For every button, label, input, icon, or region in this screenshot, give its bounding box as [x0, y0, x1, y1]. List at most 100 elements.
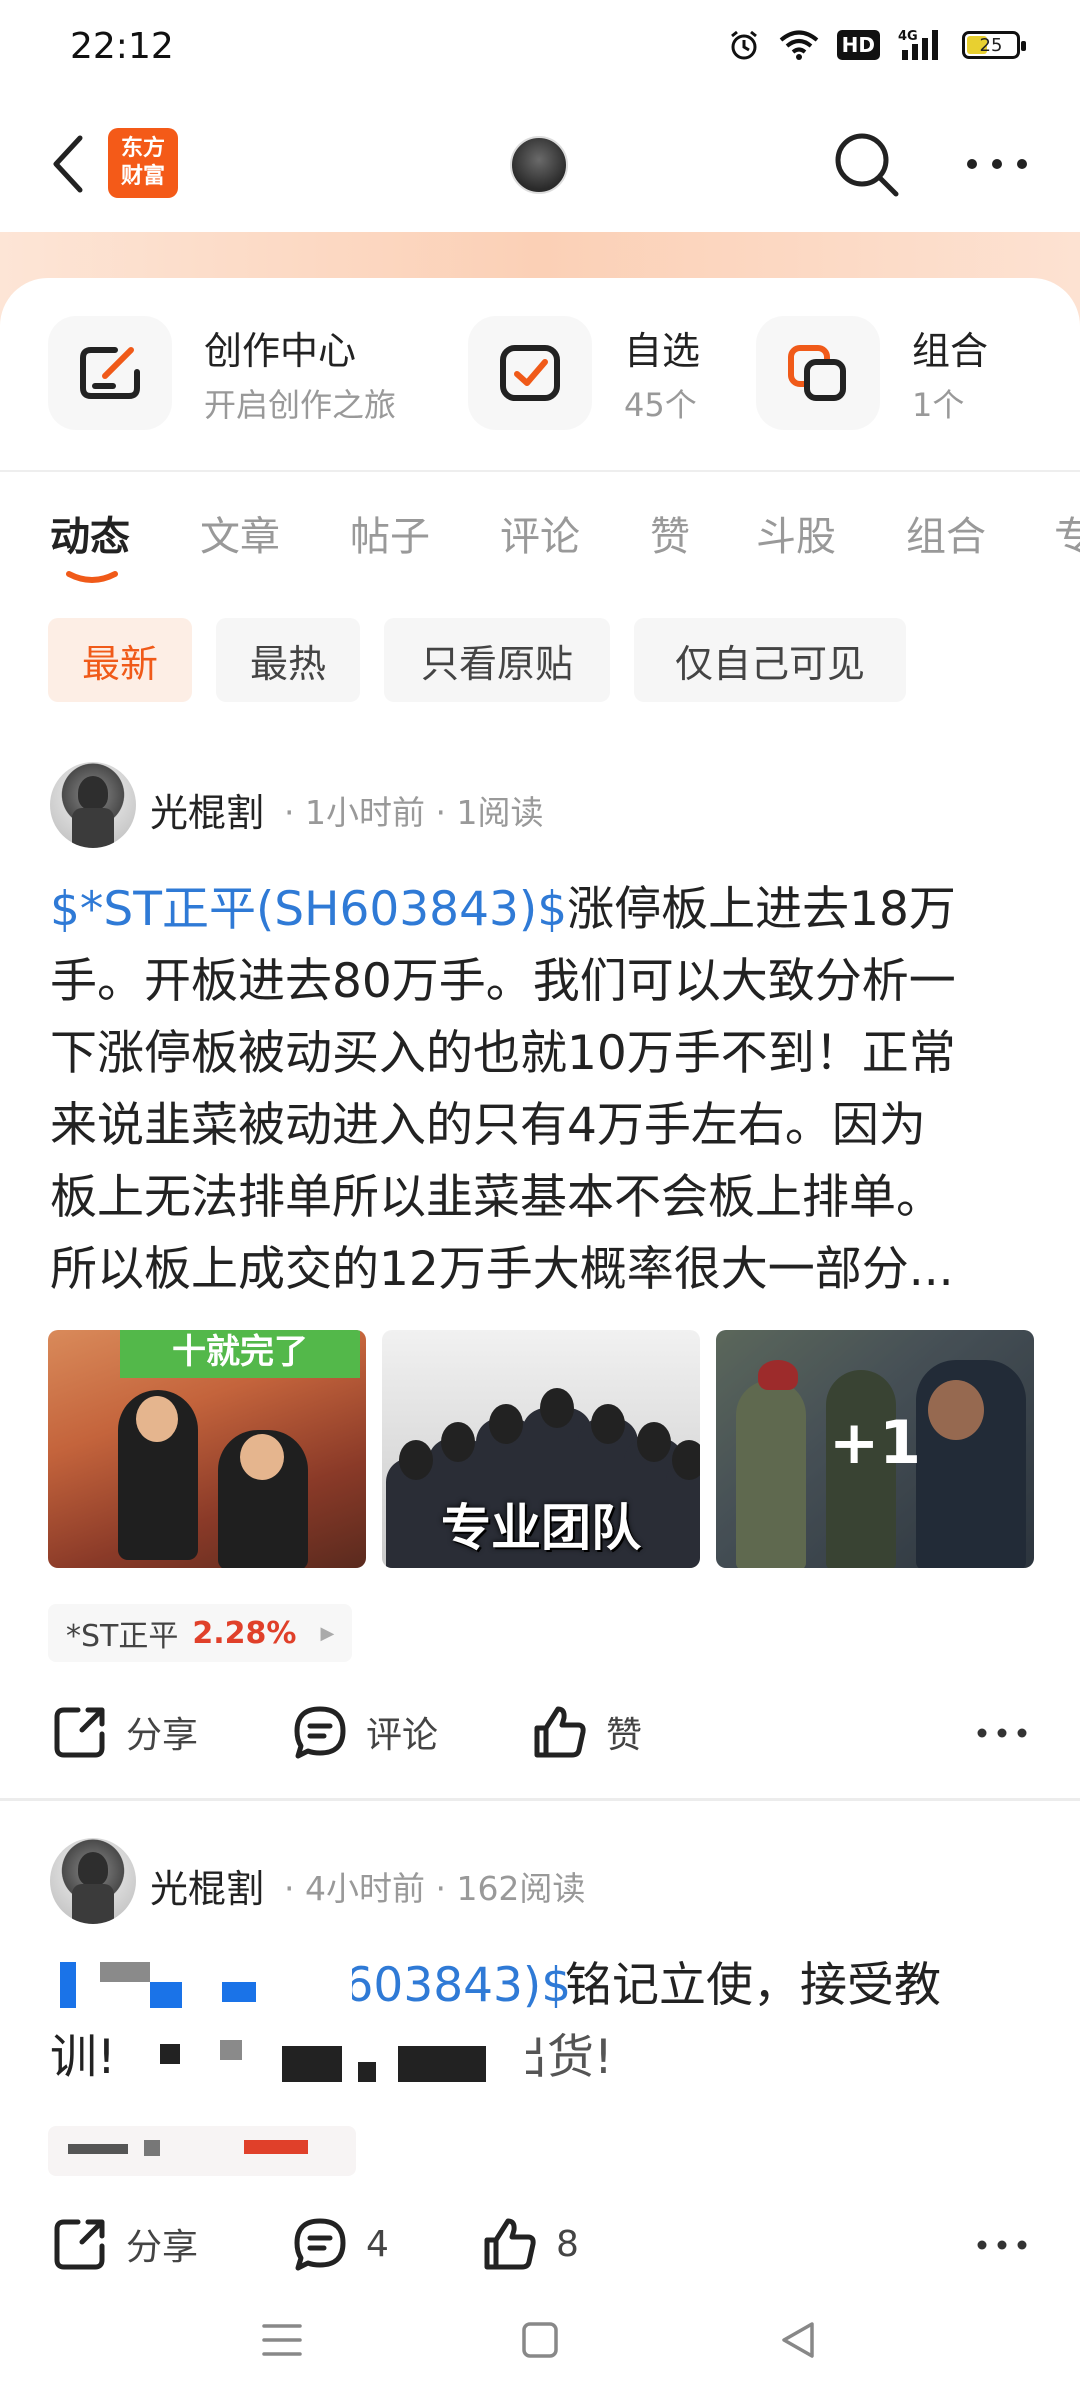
- back-triangle-icon[interactable]: [768, 2310, 828, 2370]
- logo-text-1: 东方: [120, 136, 165, 161]
- edit-icon: [48, 316, 172, 430]
- app-logo[interactable]: 东方 财富: [108, 128, 178, 198]
- stock-tag[interactable]: *ST正平 2.28% ▶: [48, 1604, 353, 1662]
- redaction: [398, 2046, 488, 2082]
- signal-icon: 4G: [898, 29, 938, 60]
- post-author-name[interactable]: 光棍割: [150, 1858, 264, 1913]
- share-button[interactable]: 分享: [52, 1704, 198, 1760]
- portfolio-icon: [756, 316, 880, 430]
- status-bar: 22:12 HD 4G 25: [0, 0, 1080, 96]
- stock-tag-change: 2.28%: [192, 1615, 297, 1651]
- post-author-name[interactable]: 光棍割: [150, 782, 264, 837]
- redaction: [222, 1982, 256, 2002]
- chevron-left-icon[interactable]: [40, 130, 100, 198]
- tab-posts[interactable]: 帖子: [350, 504, 430, 562]
- home-icon[interactable]: [510, 2310, 570, 2370]
- share-label: 分享: [126, 1715, 199, 1756]
- search-icon[interactable]: [830, 128, 902, 200]
- post-meta: · 1小时前 · 1阅读: [284, 793, 544, 832]
- tab-dynamic[interactable]: 动态: [50, 504, 130, 562]
- battery-level: 25: [979, 34, 1003, 56]
- chevron-right-icon: ▶: [320, 1622, 335, 1644]
- image-caption: 专业团队: [441, 1499, 641, 1557]
- redaction: [244, 2140, 308, 2154]
- post-line: 所以板上成交的12万手大概率很大一部分...: [50, 1242, 954, 1297]
- stock-tag[interactable]: [48, 2126, 356, 2176]
- comment-button[interactable]: 评论: [292, 1704, 438, 1760]
- thumbs-up-icon: [534, 1706, 586, 1758]
- image-banner-text: 十就完了: [120, 1330, 360, 1378]
- share-label: 分享: [126, 2227, 199, 2268]
- alarm-icon: [730, 30, 757, 60]
- post-divider: [0, 1798, 1080, 1801]
- like-label: 赞: [606, 1715, 643, 1756]
- post-image-2[interactable]: 专业团队: [382, 1330, 700, 1568]
- filter-hot[interactable]: 最热: [216, 618, 360, 702]
- post-line: 铭记立使，接受教: [565, 1958, 941, 2013]
- checkbox-icon: [468, 316, 592, 430]
- post-image-3[interactable]: +1: [716, 1330, 1034, 1568]
- filter-original-only[interactable]: 只看原贴: [384, 618, 610, 702]
- comment-count: 4: [366, 2223, 389, 2265]
- post-line: 板上无法排单所以韭菜基本不会板上排单。: [50, 1170, 943, 1225]
- more-horizontal-icon[interactable]: [962, 144, 1032, 184]
- filter-latest[interactable]: 最新: [48, 618, 192, 702]
- post-line: 涨停板上进去18万: [567, 882, 956, 937]
- redaction: [256, 1956, 352, 2016]
- redaction: [282, 2046, 342, 2082]
- post-body[interactable]: $*ST正平(SH603843)$涨停板上进去18万 手。开板进去80万手。我们…: [50, 874, 1035, 1306]
- like-button[interactable]: 赞: [532, 1704, 642, 1760]
- filter-private[interactable]: 仅自己可见: [634, 618, 906, 702]
- watchlist-entry[interactable]: 自选 45个: [468, 306, 728, 436]
- creation-center-title: 创作中心: [204, 329, 357, 373]
- svg-text:4G: 4G: [898, 29, 918, 44]
- share-icon: [54, 1707, 105, 1758]
- thumbs-up-icon: [484, 2218, 536, 2270]
- portfolio-entry[interactable]: 组合 1个: [756, 306, 1036, 436]
- menu-icon[interactable]: [252, 2310, 312, 2370]
- post-line: 来说韭菜被动进入的只有4万手左右。因为: [50, 1098, 926, 1153]
- comment-icon: [294, 1706, 346, 1759]
- post-line: 下涨停板被动买入的也就10万手不到！正常: [50, 1026, 956, 1081]
- share-icon: [54, 2219, 105, 2270]
- post-author-avatar[interactable]: [50, 762, 136, 848]
- tab-likes[interactable]: 赞: [650, 504, 690, 562]
- post-body[interactable]: (SH603843)$ 铭记立使，接受教 训! 出货!: [50, 1950, 1035, 2094]
- wifi-icon: [779, 30, 818, 60]
- watchlist-count: 45个: [624, 386, 697, 424]
- portfolio-count: 1个: [912, 386, 965, 424]
- tab-column[interactable]: 专: [1054, 504, 1080, 562]
- redaction: [60, 1962, 76, 2008]
- redaction: [100, 1962, 150, 1982]
- more-images-count: +1: [828, 1408, 922, 1478]
- watchlist-title: 自选: [624, 329, 701, 373]
- status-icons: HD 4G 25: [727, 28, 1026, 62]
- profile-tabs: 动态 文章 帖子 评论 赞 斗股 组合 专: [0, 470, 1080, 590]
- comment-button[interactable]: 4: [292, 2216, 389, 2272]
- redaction: [358, 2062, 376, 2082]
- comment-label: 评论: [366, 1715, 439, 1756]
- creation-center-sub: 开启创作之旅: [204, 386, 397, 424]
- more-horizontal-icon[interactable]: [972, 1718, 1032, 1748]
- system-navigation-bar: [0, 2280, 1080, 2400]
- tab-comments[interactable]: 评论: [500, 504, 580, 562]
- quick-access-panel: 创作中心 开启创作之旅 自选 45个 组合 1个: [0, 278, 1080, 470]
- creation-center-entry[interactable]: 创作中心 开启创作之旅: [48, 306, 448, 436]
- post-author-avatar[interactable]: [50, 1838, 136, 1924]
- redaction: [160, 2044, 180, 2064]
- tab-portfolio[interactable]: 组合: [906, 504, 986, 562]
- stock-link[interactable]: $*ST正平(SH603843)$: [50, 882, 567, 937]
- share-button[interactable]: 分享: [52, 2216, 198, 2272]
- more-horizontal-icon[interactable]: [972, 2230, 1032, 2260]
- portfolio-title: 组合: [912, 329, 989, 373]
- post-image-1[interactable]: 十就完了: [48, 1330, 366, 1568]
- redaction: [220, 2040, 242, 2060]
- stock-tag-name: *ST正平: [66, 1619, 179, 1654]
- active-tab-indicator: [66, 571, 118, 583]
- tab-articles[interactable]: 文章: [200, 504, 280, 562]
- tab-stock-battle[interactable]: 斗股: [756, 504, 836, 562]
- status-time: 22:12: [70, 26, 174, 67]
- like-button[interactable]: 8: [482, 2216, 579, 2272]
- avatar[interactable]: [510, 136, 568, 194]
- hd-badge: HD: [836, 30, 880, 60]
